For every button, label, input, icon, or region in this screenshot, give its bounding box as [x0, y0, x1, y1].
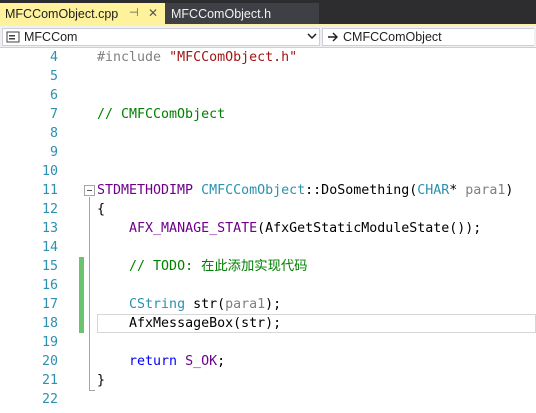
- code-line: 13 AFX_MANAGE_STATE(AfxGetStaticModuleSt…: [0, 219, 536, 238]
- code-line: 7 // CMFCComObject: [0, 105, 536, 124]
- line-number: 21: [41, 373, 58, 388]
- tab-mfccomobject-h[interactable]: MFCComObject.h: [165, 3, 319, 24]
- code-line: 15 // TODO: 在此添加实现代码: [0, 257, 536, 276]
- change-marker: [79, 257, 84, 276]
- class-icon: [6, 31, 20, 43]
- code-text: // TODO: 在此添加实现代码: [97, 257, 307, 276]
- code-line: 9: [0, 143, 536, 162]
- code-text: AfxMessageBox(str);: [97, 314, 281, 333]
- navigation-bar: MFCCom CMFCComObject: [0, 26, 536, 48]
- plain-token: ;: [217, 354, 226, 369]
- code-line: 20 return S_OK;: [0, 352, 536, 371]
- macro-token: AFX_MANAGE_STATE: [129, 221, 258, 236]
- comment-token: // TODO: 在此添加实现代码: [129, 259, 308, 274]
- arrow-right-icon: [328, 32, 338, 42]
- parameter-token: para1: [225, 297, 266, 312]
- document-tab-strip: MFCComObject.cpp ⊣ ✕ MFCComObject.h: [0, 0, 536, 26]
- parameter-token: para1: [465, 183, 506, 198]
- line-number: 20: [41, 354, 58, 369]
- code-text: STDMETHODIMP CMFCComObject::DoSomething(…: [97, 181, 513, 200]
- code-line: 5: [0, 67, 536, 86]
- plain-token: AfxMessageBox(str);: [129, 316, 282, 331]
- code-text: AFX_MANAGE_STATE(AfxGetStaticModuleState…: [97, 219, 481, 238]
- code-line: 22: [0, 390, 536, 409]
- line-number: 15: [41, 259, 58, 274]
- line-number: 16: [41, 278, 58, 293]
- code-line: 14: [0, 238, 536, 257]
- change-marker: [79, 295, 84, 314]
- scope-dropdown[interactable]: MFCCom: [2, 28, 320, 46]
- code-text: return S_OK;: [97, 352, 225, 371]
- code-line: 16: [0, 276, 536, 295]
- line-number: 4: [49, 50, 58, 65]
- plain-token: (AfxGetStaticModuleState());: [257, 221, 482, 236]
- code-line: 18 AfxMessageBox(str);: [0, 314, 536, 333]
- code-line: 19: [0, 333, 536, 352]
- plain-token: ::DoSomething(: [305, 183, 418, 198]
- plain-token: );: [265, 297, 282, 312]
- tab-label: MFCComObject.cpp: [5, 6, 119, 21]
- code-line: 12 {: [0, 200, 536, 219]
- tab-mfccomobject-cpp[interactable]: MFCComObject.cpp ⊣ ✕: [0, 3, 165, 24]
- line-number: 18: [41, 316, 58, 331]
- code-line: 17 CString str(para1);: [0, 295, 536, 314]
- plain-token: *: [449, 183, 466, 198]
- code-line: 11 STDMETHODIMP CMFCComObject::DoSomethi…: [0, 181, 536, 200]
- class-token: CMFCComObject: [201, 183, 306, 198]
- type-token: CString: [129, 297, 186, 312]
- line-number: 14: [41, 240, 58, 255]
- line-number: 17: [41, 297, 58, 312]
- code-text: #include "MFCComObject.h": [97, 48, 297, 67]
- line-number: 8: [49, 126, 58, 141]
- change-marker: [79, 276, 84, 295]
- comment-token: // CMFCComObject: [97, 107, 226, 122]
- preprocessor-token: #include: [97, 50, 162, 65]
- line-number: 19: [41, 335, 58, 350]
- code-line: 10: [0, 162, 536, 181]
- code-line: 4 #include "MFCComObject.h": [0, 48, 536, 67]
- line-number: 11: [41, 183, 58, 198]
- code-text: CString str(para1);: [97, 295, 281, 314]
- brace-token: {: [97, 202, 106, 217]
- line-number: 6: [49, 88, 58, 103]
- code-line: 21 }: [0, 371, 536, 390]
- brace-token: }: [97, 373, 106, 388]
- line-number: 10: [41, 164, 58, 179]
- line-number: 13: [41, 221, 58, 236]
- change-marker: [79, 314, 84, 333]
- code-line: 8: [0, 124, 536, 143]
- line-number: 7: [49, 107, 58, 122]
- code-line: 6: [0, 86, 536, 105]
- member-dropdown-value: CMFCComObject: [343, 30, 442, 44]
- scope-dropdown-value: MFCCom: [24, 30, 78, 44]
- close-icon[interactable]: ✕: [148, 6, 158, 20]
- member-dropdown[interactable]: CMFCComObject: [322, 28, 534, 46]
- keyword-token: return: [129, 354, 178, 369]
- line-number: 22: [41, 392, 58, 407]
- macro-token: S_OK: [185, 354, 218, 369]
- chevron-down-icon[interactable]: [307, 31, 317, 41]
- tab-label: MFCComObject.h: [171, 6, 272, 21]
- line-number: 5: [49, 69, 58, 84]
- plain-token: ): [505, 183, 514, 198]
- macro-token: STDMETHODIMP: [97, 183, 194, 198]
- pin-icon[interactable]: ⊣: [129, 6, 139, 19]
- code-editor[interactable]: 4 #include "MFCComObject.h" 5 6 7 // CMF…: [0, 48, 536, 413]
- line-number: 12: [41, 202, 58, 217]
- type-token: CHAR: [417, 183, 450, 198]
- line-number: 9: [49, 145, 58, 160]
- string-token: "MFCComObject.h": [169, 50, 298, 65]
- plain-token: str(: [185, 297, 226, 312]
